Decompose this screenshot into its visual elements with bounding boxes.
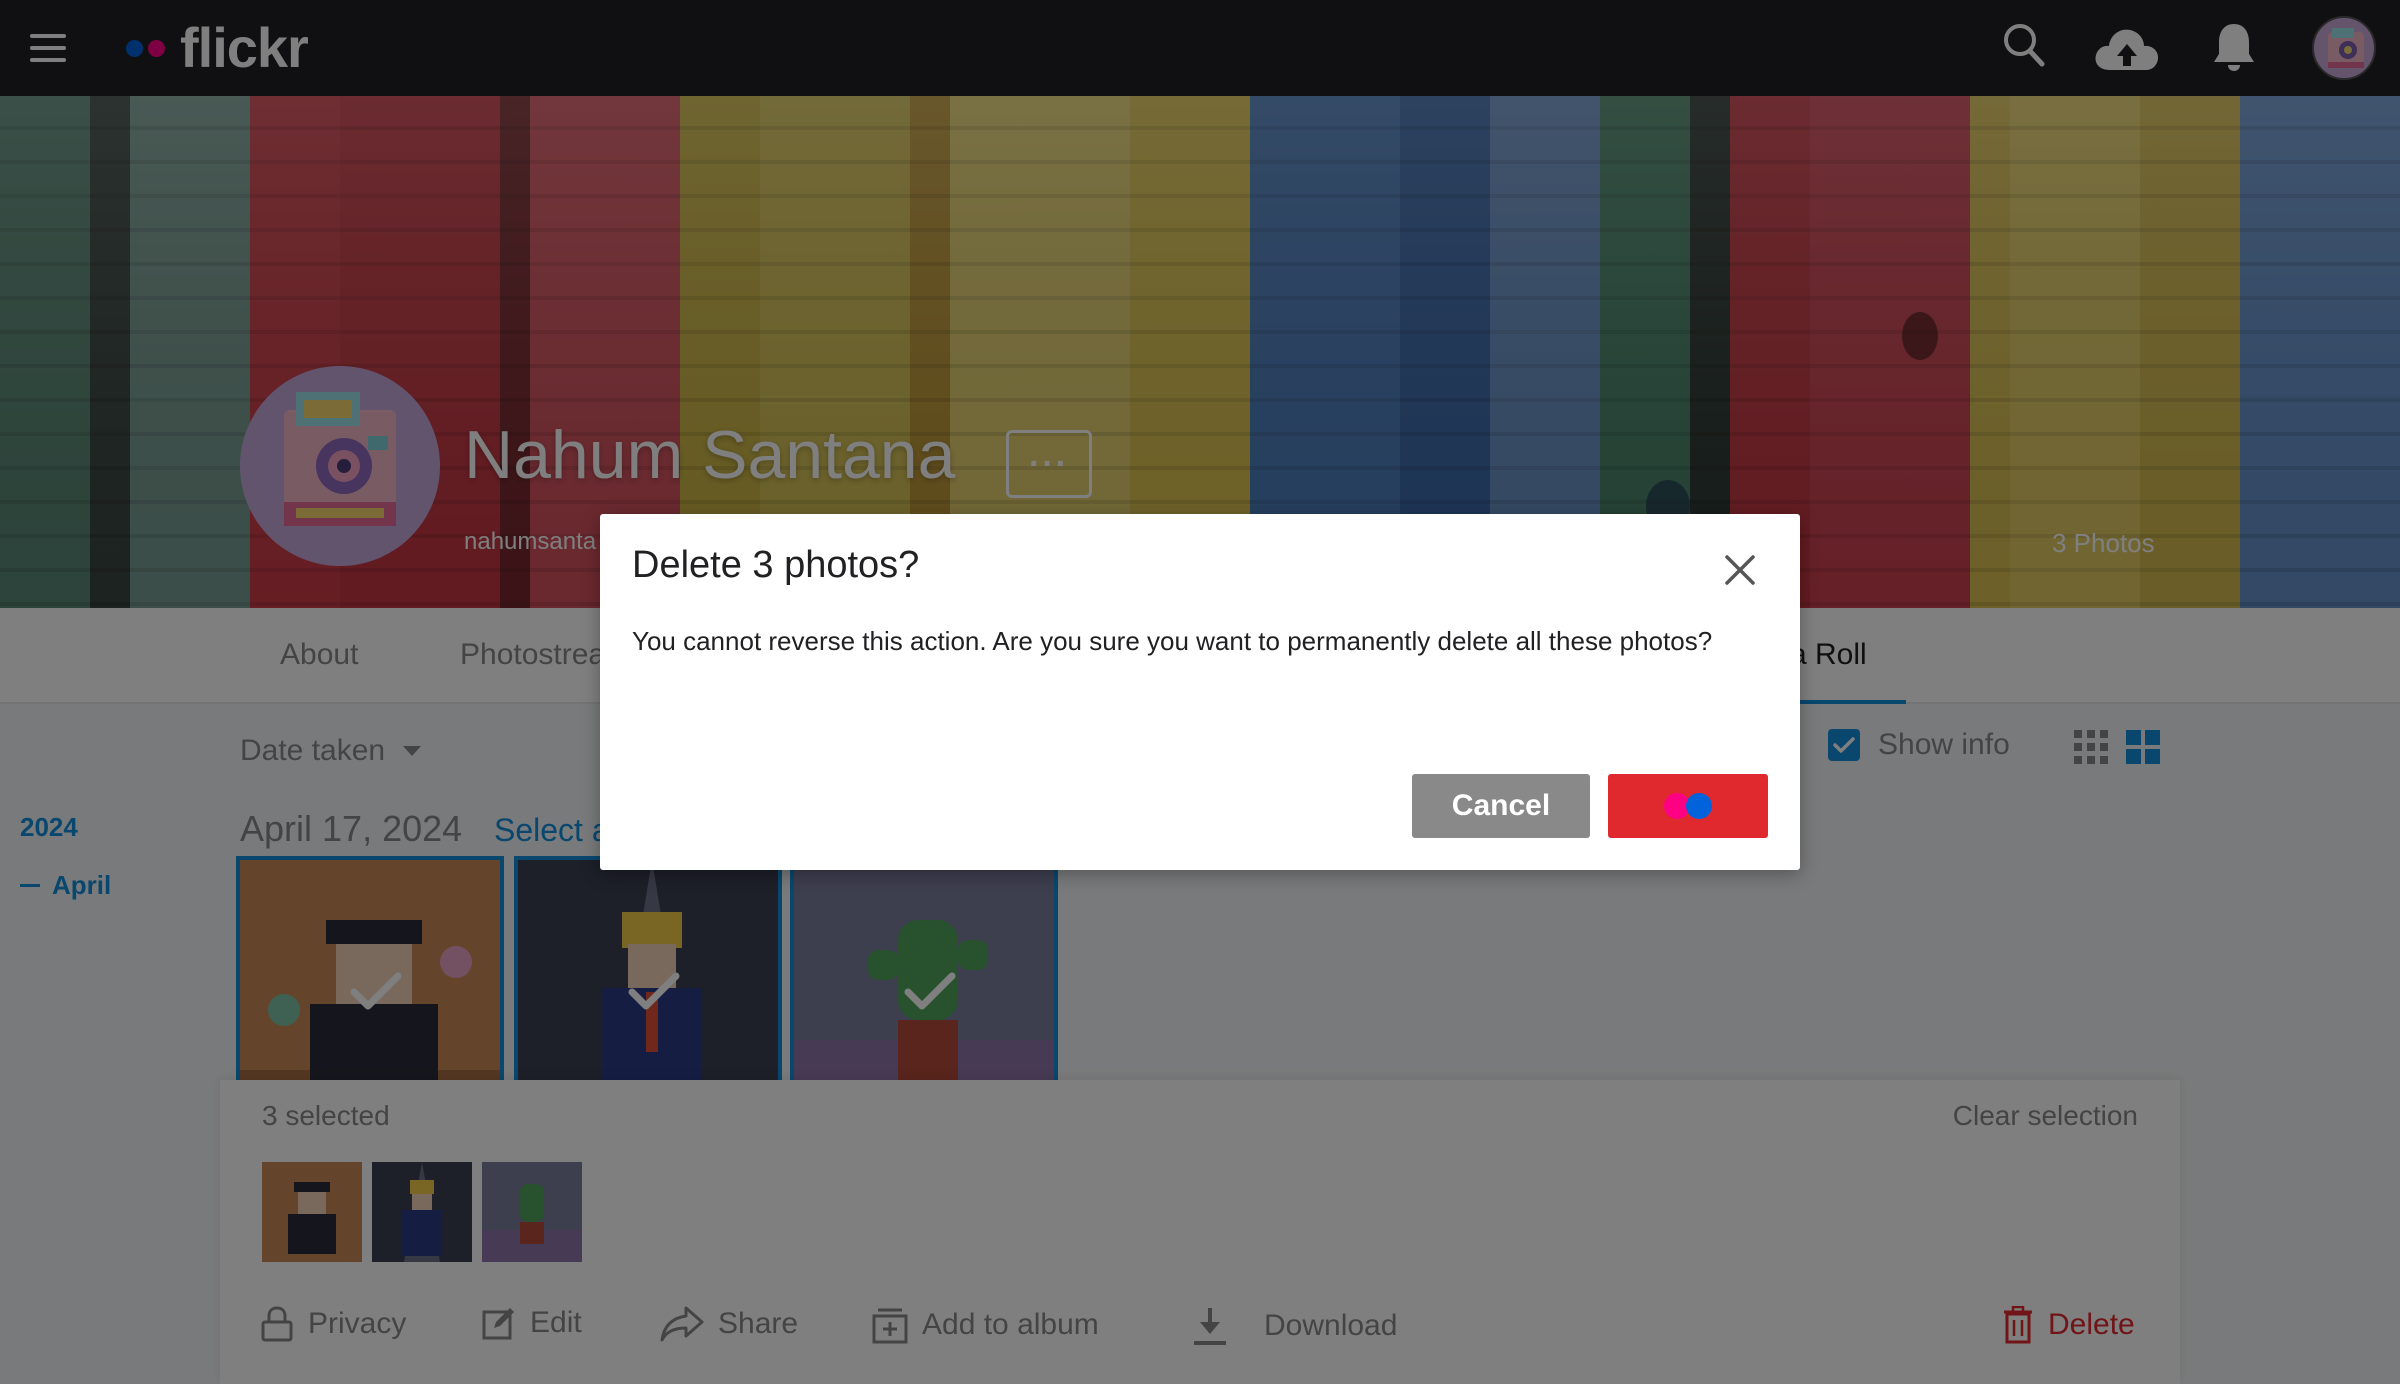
delete-confirmation-dialog: Delete 3 photos? You cannot reverse this… <box>600 514 1800 870</box>
dialog-title: Delete 3 photos? <box>632 544 920 586</box>
close-icon[interactable] <box>1724 554 1756 586</box>
cancel-button[interactable]: Cancel <box>1412 774 1590 838</box>
dialog-message: You cannot reverse this action. Are you … <box>632 626 1713 656</box>
loading-dot-blue <box>1686 793 1712 819</box>
confirm-delete-button[interactable] <box>1608 774 1768 838</box>
